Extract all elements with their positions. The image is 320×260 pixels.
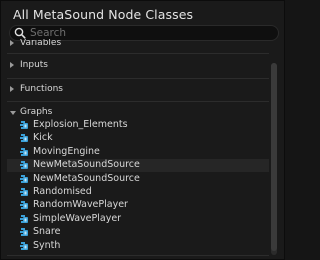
graph-list-item[interactable]: Synth (7, 240, 269, 253)
graph-list-item-label: RandomWavePlayer (33, 199, 128, 211)
divider (7, 101, 269, 102)
graph-list-item-label: SimpleWavePlayer (33, 212, 122, 224)
graph-list-item-label: Explosion_Elements (33, 119, 128, 130)
metasound-graph-icon (19, 214, 30, 225)
collapse-arrow-icon (10, 111, 16, 115)
graph-list-item-label: NewMetaSoundSource (33, 159, 140, 171)
divider (7, 53, 269, 54)
graph-list-item[interactable]: Randomised (7, 186, 269, 199)
graph-list-item[interactable]: Snare (7, 226, 269, 239)
search-input[interactable] (30, 26, 270, 40)
scrollbar-thumb[interactable] (271, 63, 277, 251)
graph-list-item[interactable]: NewMetaSoundSource (7, 173, 269, 186)
graph-list-item[interactable]: RandomWavePlayer (7, 199, 269, 212)
graph-list-item[interactable]: Kick (7, 132, 269, 145)
graph-list-item-label: MovingEngine (33, 145, 100, 157)
metasound-graph-icon (19, 147, 30, 158)
expand-arrow-icon (10, 62, 14, 68)
graph-list-item-label: Snare (33, 226, 61, 238)
scrollbar[interactable] (271, 63, 277, 255)
search-icon (14, 27, 26, 39)
divider (7, 78, 269, 79)
node-classes-panel: All MetaSound Node Classes Variables Inp… (0, 0, 285, 260)
divider (7, 255, 269, 256)
metasound-graph-icon (19, 120, 30, 131)
metasound-graph-icon (19, 187, 30, 198)
graph-list-item-label: NewMetaSoundSource (33, 172, 140, 184)
metasound-graph-icon (19, 133, 30, 144)
metasound-graph-icon (19, 200, 30, 211)
metasound-graph-icon (19, 241, 30, 252)
metasound-graph-icon (19, 174, 30, 185)
category-variables[interactable]: Variables (7, 39, 269, 52)
graph-list-item-label: Randomised (33, 186, 92, 197)
graph-list-item-label: Synth (33, 239, 61, 251)
expand-arrow-icon (10, 86, 14, 92)
graph-list-item-label: Kick (33, 132, 53, 144)
category-functions[interactable]: Functions (7, 82, 269, 98)
graph-list-item[interactable]: Explosion_Elements (7, 119, 269, 132)
graph-list-item[interactable]: SimpleWavePlayer (7, 213, 269, 226)
metasound-graph-icon (19, 227, 30, 238)
metasound-graph-icon (19, 160, 30, 171)
expand-arrow-icon (10, 40, 14, 46)
node-class-tree: Variables Inputs Functions Graphs Explos… (7, 39, 269, 257)
graph-list-item[interactable]: NewMetaSoundSource (7, 159, 269, 173)
category-inputs[interactable]: Inputs (7, 58, 269, 74)
graph-list-item[interactable]: MovingEngine (7, 146, 269, 159)
panel-title: All MetaSound Node Classes (13, 7, 194, 22)
